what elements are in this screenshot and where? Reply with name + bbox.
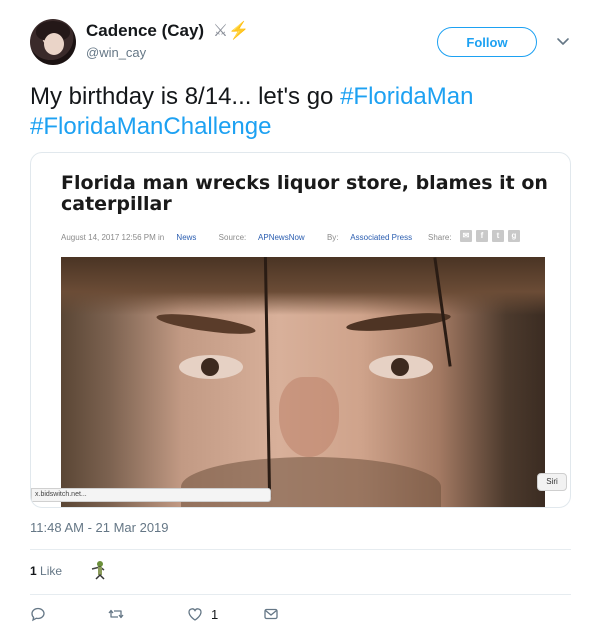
- author-link[interactable]: Associated Press: [350, 233, 412, 242]
- googleplus-icon[interactable]: g: [508, 230, 520, 242]
- like-label: Like: [40, 564, 63, 578]
- crossed-swords-emoji: ⚔: [212, 21, 229, 40]
- tweet-timestamp[interactable]: 11:48 AM - 21 Mar 2019: [30, 520, 169, 535]
- share-label: Share:: [428, 233, 452, 242]
- tweet-actions: 1: [30, 606, 571, 628]
- envelope-icon: [264, 608, 278, 620]
- retweet-button[interactable]: [108, 606, 124, 622]
- heart-icon: [188, 608, 202, 621]
- chevron-down-icon[interactable]: [554, 32, 572, 50]
- link-card[interactable]: Florida man wrecks liquor store, blames …: [30, 152, 571, 508]
- like-button[interactable]: 1: [187, 606, 218, 622]
- source-label: Source:: [218, 233, 247, 242]
- siri-button[interactable]: Siri: [537, 473, 567, 491]
- like-count: 1: [30, 564, 37, 578]
- divider: [30, 594, 571, 595]
- avatar-face: [44, 33, 64, 55]
- twitter-icon[interactable]: t: [492, 230, 504, 242]
- status-url-bar: x.bidswitch.net...: [31, 488, 271, 502]
- like-summary[interactable]: 1 Like: [30, 564, 62, 578]
- article-headline[interactable]: Florida man wrecks liquor store, blames …: [61, 173, 551, 215]
- article-date: August 14, 2017 12:56 PM in: [61, 233, 165, 242]
- divider: [30, 549, 571, 550]
- mail-icon[interactable]: ✉: [460, 230, 472, 242]
- like-action-count: 1: [211, 606, 219, 622]
- retweet-icon: [108, 609, 124, 619]
- by-label: By:: [326, 233, 339, 242]
- tweet-text-body: My birthday is 8/14... let's go: [30, 83, 341, 110]
- direct-message-button[interactable]: [263, 606, 279, 622]
- source-link[interactable]: APNewsNow: [258, 233, 305, 242]
- liker-avatar[interactable]: [88, 557, 110, 581]
- follow-button[interactable]: Follow: [437, 27, 537, 57]
- article-meta: August 14, 2017 12:56 PM in News Source:…: [61, 233, 432, 242]
- facebook-icon[interactable]: f: [476, 230, 488, 242]
- author-handle[interactable]: @win_cay: [86, 45, 146, 60]
- reply-icon: [31, 607, 45, 622]
- author-name[interactable]: Cadence (Cay): [86, 21, 204, 40]
- hashtag-link[interactable]: #FloridaMan: [340, 83, 473, 110]
- category-link[interactable]: News: [176, 233, 196, 242]
- reply-button[interactable]: [30, 606, 46, 622]
- tweet-text: My birthday is 8/14... let's go #Florida…: [30, 82, 570, 142]
- mugshot-image: [61, 257, 545, 507]
- author-avatar[interactable]: [30, 19, 76, 65]
- lightning-emoji: ⚡: [228, 21, 250, 40]
- author-name-row[interactable]: Cadence (Cay) ⚔⚡: [86, 21, 249, 41]
- hashtag-link[interactable]: #FloridaManChallenge: [30, 113, 271, 140]
